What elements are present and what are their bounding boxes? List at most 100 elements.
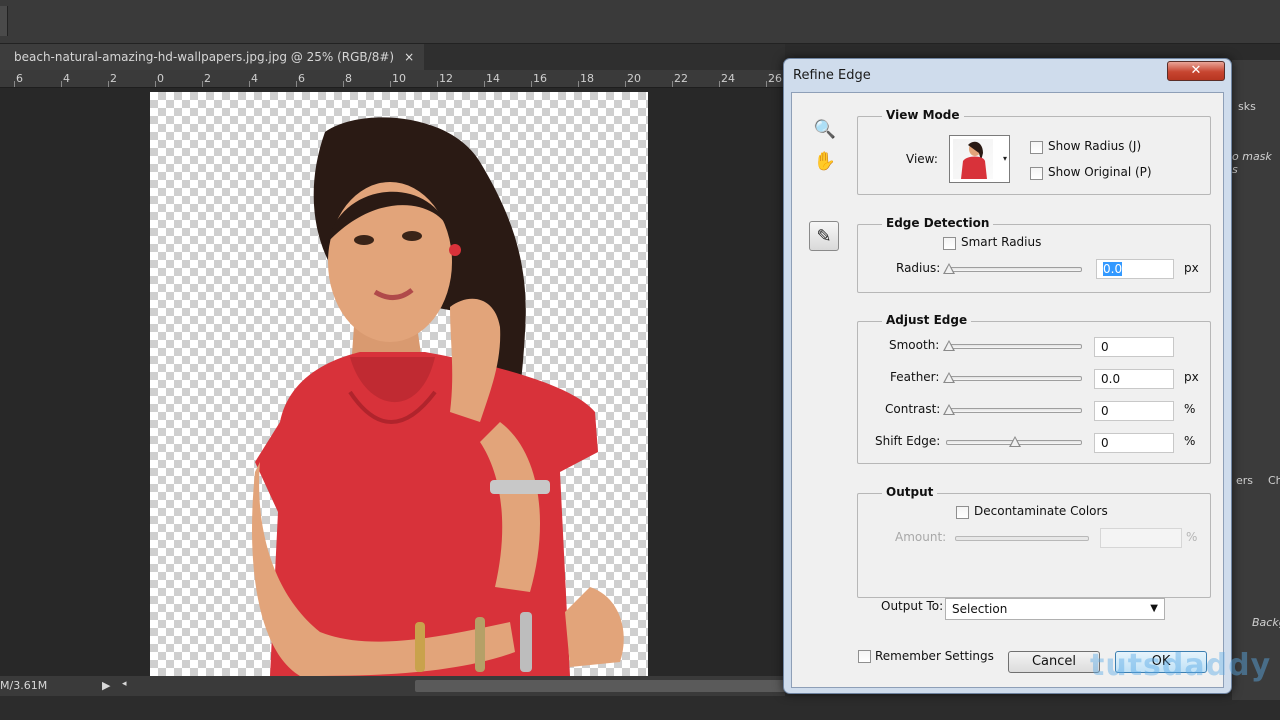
output-group: Output Decontaminate Colors Amount: % bbox=[857, 485, 1211, 598]
decontaminate-checkbox[interactable] bbox=[956, 506, 969, 519]
ruler-tick bbox=[343, 81, 344, 87]
play-icon[interactable]: ▶ bbox=[102, 679, 110, 692]
smooth-slider-thumb[interactable] bbox=[943, 340, 955, 351]
smooth-input[interactable]: 0 bbox=[1094, 337, 1174, 357]
output-to-label: Output To: bbox=[881, 599, 944, 613]
ruler-tick bbox=[531, 81, 532, 87]
view-mode-group: View Mode View: ▾ Show Radius (J) Show O… bbox=[857, 108, 1211, 195]
adjust-edge-group: Adjust Edge Smooth: 0 Feather: 0.0 px Co… bbox=[857, 313, 1211, 464]
contrast-unit: % bbox=[1184, 402, 1196, 416]
contrast-slider-thumb[interactable] bbox=[943, 404, 955, 415]
feather-slider-thumb[interactable] bbox=[943, 372, 955, 383]
ruler-tick bbox=[155, 81, 156, 87]
hand-tool-icon[interactable]: ✋ bbox=[810, 146, 840, 176]
dialog-title: Refine Edge bbox=[793, 68, 871, 83]
right-panels: sks o mask s ers Ch Backg bbox=[1232, 60, 1280, 700]
smart-radius-label: Smart Radius bbox=[961, 235, 1042, 249]
document-size-text: M/3.61M bbox=[0, 679, 48, 692]
ruler-tick bbox=[437, 81, 438, 87]
shift-edge-unit: % bbox=[1184, 434, 1196, 448]
ruler-label: 24 bbox=[721, 72, 735, 85]
show-original-label: Show Original (P) bbox=[1048, 165, 1152, 179]
status-bar: M/3.61M ▶ ◂ bbox=[0, 676, 785, 696]
bottom-panel-strip bbox=[0, 696, 1280, 720]
ruler-label: 12 bbox=[439, 72, 453, 85]
close-icon[interactable]: × bbox=[404, 44, 414, 70]
cancel-button[interactable]: Cancel bbox=[1008, 651, 1100, 673]
ruler-label: 26 bbox=[768, 72, 782, 85]
document-canvas[interactable] bbox=[150, 92, 648, 676]
remember-settings-label: Remember Settings bbox=[875, 649, 994, 663]
output-title: Output bbox=[882, 485, 938, 499]
ruler-label: 18 bbox=[580, 72, 594, 85]
refine-edge-dialog: Refine Edge ✕ 🔍 ✋ ✎ View Mode View: ▾ Sh… bbox=[783, 58, 1232, 694]
feather-unit: px bbox=[1184, 370, 1199, 384]
feather-slider[interactable] bbox=[946, 376, 1082, 381]
options-bar-grip[interactable] bbox=[0, 6, 8, 36]
radius-slider[interactable] bbox=[946, 267, 1082, 272]
edge-detection-title: Edge Detection bbox=[882, 216, 994, 230]
decontaminate-label: Decontaminate Colors bbox=[974, 504, 1108, 518]
dialog-body: 🔍 ✋ ✎ View Mode View: ▾ Show Radius (J) … bbox=[791, 92, 1224, 688]
radius-slider-thumb[interactable] bbox=[943, 263, 955, 274]
horizontal-scrollbar[interactable] bbox=[415, 680, 785, 692]
panel-tab-channels[interactable]: Ch bbox=[1268, 474, 1280, 487]
show-radius-checkbox[interactable] bbox=[1030, 141, 1043, 154]
view-mode-title: View Mode bbox=[882, 108, 964, 122]
ruler-tick bbox=[390, 81, 391, 87]
contrast-input[interactable]: 0 bbox=[1094, 401, 1174, 421]
document-tab[interactable]: beach-natural-amazing-hd-wallpapers.jpg.… bbox=[0, 44, 425, 70]
chevron-down-icon[interactable]: ▾ bbox=[1003, 154, 1007, 163]
ruler-tick bbox=[766, 81, 767, 87]
ruler-tick bbox=[625, 81, 626, 87]
horizontal-ruler[interactable]: 6 4 2 0 2 4 6 8 10 12 14 16 18 20 22 24 26 bbox=[0, 70, 785, 88]
panel-hint-text: o mask s bbox=[1232, 150, 1272, 176]
shift-edge-slider-thumb[interactable] bbox=[1009, 436, 1021, 447]
view-label: View: bbox=[906, 152, 938, 166]
smooth-slider[interactable] bbox=[946, 344, 1082, 349]
ruler-tick bbox=[61, 81, 62, 87]
ruler-label: 0 bbox=[157, 72, 164, 85]
amount-unit: % bbox=[1186, 530, 1198, 544]
remember-settings-checkbox[interactable] bbox=[858, 650, 871, 663]
scroll-left-icon[interactable]: ◂ bbox=[122, 679, 127, 689]
output-to-select[interactable]: Selection ▼ bbox=[945, 598, 1165, 620]
zoom-tool-icon[interactable]: 🔍 bbox=[810, 114, 840, 144]
ruler-label: 2 bbox=[110, 72, 117, 85]
ruler-label: 22 bbox=[674, 72, 688, 85]
ruler-tick bbox=[672, 81, 673, 87]
amount-input bbox=[1100, 528, 1182, 548]
smooth-label: Smooth: bbox=[889, 338, 940, 352]
show-original-checkbox[interactable] bbox=[1030, 167, 1043, 180]
amount-label: Amount: bbox=[895, 530, 947, 544]
ruler-tick bbox=[484, 81, 485, 87]
ruler-label: 6 bbox=[16, 72, 23, 85]
radius-unit: px bbox=[1184, 261, 1199, 275]
ruler-label: 8 bbox=[345, 72, 352, 85]
adjust-edge-title: Adjust Edge bbox=[882, 313, 972, 327]
view-thumbnail-image bbox=[953, 139, 993, 179]
contrast-slider[interactable] bbox=[946, 408, 1082, 413]
smart-radius-checkbox[interactable] bbox=[943, 237, 956, 250]
output-to-value: Selection bbox=[952, 602, 1008, 616]
view-mode-selector[interactable]: ▾ bbox=[949, 135, 1010, 183]
panel-tab-masks[interactable]: sks bbox=[1238, 100, 1256, 113]
shift-edge-input[interactable]: 0 bbox=[1094, 433, 1174, 453]
ruler-tick bbox=[249, 81, 250, 87]
amount-slider bbox=[955, 536, 1089, 541]
ruler-label: 2 bbox=[204, 72, 211, 85]
feather-input[interactable]: 0.0 bbox=[1094, 369, 1174, 389]
show-radius-label: Show Radius (J) bbox=[1048, 139, 1142, 153]
close-button[interactable]: ✕ bbox=[1167, 61, 1225, 81]
ruler-label: 4 bbox=[251, 72, 258, 85]
radius-input-value: 0.0 bbox=[1103, 262, 1123, 276]
panel-tab-layers[interactable]: ers bbox=[1236, 474, 1253, 487]
refine-radius-tool-icon[interactable]: ✎ bbox=[809, 221, 839, 251]
radius-input[interactable]: 0.0 bbox=[1096, 259, 1174, 279]
ruler-tick bbox=[108, 81, 109, 87]
ruler-tick bbox=[296, 81, 297, 87]
shift-edge-label: Shift Edge: bbox=[875, 434, 941, 448]
ruler-tick bbox=[202, 81, 203, 87]
background-layer[interactable]: Backg bbox=[1252, 616, 1280, 629]
ruler-tick bbox=[719, 81, 720, 87]
